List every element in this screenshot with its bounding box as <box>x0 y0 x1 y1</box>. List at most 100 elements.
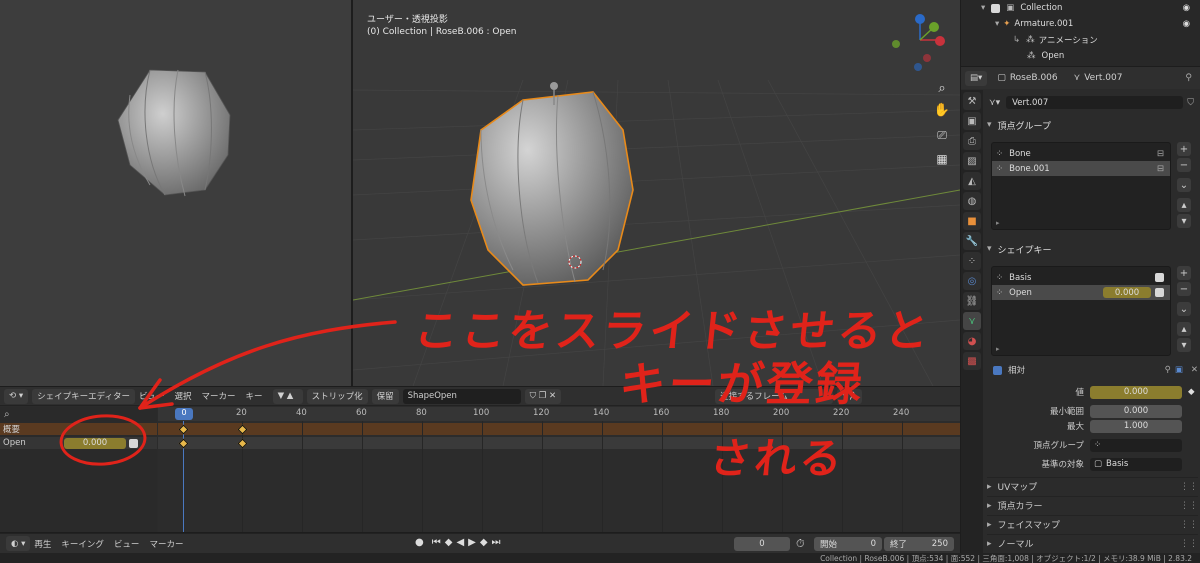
add-vertex-group-button[interactable]: + <box>1177 142 1191 156</box>
tool-tab-icon[interactable]: ⚒ <box>963 92 981 110</box>
open-mute-checkbox[interactable] <box>129 438 138 448</box>
menu-timeline-marker[interactable]: マーカー <box>149 538 183 550</box>
range-min-field[interactable]: 0.000 <box>1090 404 1182 418</box>
shape-key-specials-button[interactable]: ⌄ <box>1177 302 1191 316</box>
list-item[interactable]: ⁘ Basis <box>992 270 1170 285</box>
outliner-row-armature[interactable]: ▾ ✦ Armature.001 ◉ <box>961 16 1200 32</box>
menu-playback[interactable]: 再生 <box>34 538 51 550</box>
action-name-field[interactable]: ShapeOpen <box>402 388 521 404</box>
list-resize-icon[interactable]: ▸ <box>996 345 1000 353</box>
summary-channel[interactable]: 概要 <box>0 423 157 435</box>
grid-icon[interactable]: ▦ <box>931 148 953 170</box>
menu-select[interactable]: 選択 <box>175 390 192 402</box>
search-icon[interactable]: ⌕ <box>4 409 10 420</box>
menu-view[interactable]: ビュー <box>139 390 165 402</box>
action-tools[interactable]: ⛉ ❐ ✕ <box>524 388 562 404</box>
drag-handle-icon[interactable]: ⋮⋮ <box>1180 482 1198 492</box>
outliner-row-animation[interactable]: ↳ ⁂ アニメーション <box>961 32 1200 48</box>
vertex-groups-panel-header[interactable]: ▾ 頂点グループ <box>987 116 1198 134</box>
vertex-group-specials-button[interactable]: ⌄ <box>1177 178 1191 192</box>
render-tab-icon[interactable]: ▣ <box>963 112 981 130</box>
open-value-slider[interactable]: 0.000 <box>64 437 126 449</box>
outliner-row-collection[interactable]: ▾ ▣ Collection ◉ <box>961 0 1200 16</box>
end-frame-field[interactable]: 終了 250 <box>884 537 954 551</box>
nav-arrows[interactable]: ▼ ▲ <box>272 388 303 404</box>
collection-checkbox[interactable] <box>991 3 1001 13</box>
play-reverse-icon[interactable]: ◀ <box>456 537 464 548</box>
add-shape-key-button[interactable]: + <box>1177 266 1191 280</box>
face-maps-panel-header[interactable]: ▸ フェイスマップ ⋮⋮ <box>987 515 1198 533</box>
object-tab-icon[interactable]: ■ <box>963 212 981 230</box>
vertex-group-list[interactable]: ⁘ Bone ⊟ ⁘ Bone.001 ⊟ ▸ <box>991 142 1171 230</box>
range-max-field[interactable]: 1.000 <box>1090 419 1182 433</box>
zoom-icon[interactable]: ⌕ <box>931 78 953 100</box>
pin-icon[interactable]: ⚲ <box>1185 73 1192 83</box>
breadcrumb-data[interactable]: Vert.007 <box>1084 73 1122 83</box>
current-frame-indicator[interactable]: 0 <box>175 408 193 420</box>
uv-maps-panel-header[interactable]: ▸ UVマップ ⋮⋮ <box>987 477 1198 495</box>
rose-bud-mesh-selected[interactable] <box>470 82 634 286</box>
properties-editor-type[interactable]: ▤▾ <box>965 70 988 86</box>
hand-pan-icon[interactable]: ✋ <box>931 100 953 122</box>
lock-icon[interactable]: ⊟ <box>1157 164 1164 174</box>
move-down-button[interactable]: ▾ <box>1177 214 1191 228</box>
expand-arrow-icon[interactable]: ▾ <box>981 3 985 13</box>
fake-user-icon[interactable]: ⛉ <box>1187 98 1194 108</box>
mesh-name-field[interactable]: Vert.007 <box>1006 96 1184 109</box>
outliner[interactable]: ▾ ▣ Collection ◉ ▾ ✦ Armature.001 ◉ ↳ ⁂ … <box>961 0 1200 66</box>
texture-tab-icon[interactable]: ▩ <box>963 352 981 370</box>
breadcrumb-object[interactable]: RoseB.006 <box>1010 73 1058 83</box>
world-tab-icon[interactable]: ◍ <box>963 192 981 210</box>
navigation-gizmo[interactable] <box>883 10 953 75</box>
move-up-button[interactable]: ▴ <box>1177 322 1191 336</box>
constraints-tab-icon[interactable]: ⛓ <box>963 292 981 310</box>
play-icon[interactable]: ▶ <box>468 537 476 548</box>
prev-keyframe-icon[interactable]: ◆ <box>445 537 453 548</box>
shape-vgroup-field[interactable]: ⁘ <box>1090 438 1182 452</box>
shape-key-value-slider[interactable]: 0.000 <box>1103 287 1151 298</box>
list-resize-icon[interactable]: ▸ <box>996 219 1000 227</box>
eye-icon[interactable]: ◉ <box>1183 19 1190 29</box>
next-keyframe-icon[interactable]: ◆ <box>480 537 488 548</box>
list-item[interactable]: ⁘ Bone.001 ⊟ <box>992 161 1170 176</box>
drag-handle-icon[interactable]: ⋮⋮ <box>1180 501 1198 511</box>
output-tab-icon[interactable]: ⎙ <box>963 132 981 150</box>
edit-mode-icon[interactable]: ▣ <box>1175 365 1183 375</box>
mode-dropdown[interactable]: シェイプキーエディター <box>32 388 135 404</box>
particles-tab-icon[interactable]: ⁘ <box>963 252 981 270</box>
relative-to-field[interactable]: ▢ Basis <box>1090 457 1182 471</box>
list-item[interactable]: ⁘ Bone ⊟ <box>992 146 1170 161</box>
lock-icon[interactable]: ⊟ <box>1157 149 1164 159</box>
jump-end-icon[interactable]: ⏭ <box>492 537 501 548</box>
shape-key-mute-checkbox[interactable] <box>1155 273 1164 282</box>
push-down-button[interactable]: ストリップ化 <box>306 388 368 404</box>
shape-keys-panel-header[interactable]: ▾ シェイプキー <box>987 240 1198 258</box>
expand-arrow-icon[interactable]: ▾ <box>995 19 999 29</box>
jump-start-icon[interactable]: ⏮ <box>432 537 441 548</box>
remove-shape-key-button[interactable]: − <box>1177 282 1191 296</box>
move-up-button[interactable]: ▴ <box>1177 198 1191 212</box>
menu-key[interactable]: キー <box>246 390 263 402</box>
drag-handle-icon[interactable]: ⋮⋮ <box>1180 539 1198 549</box>
properties-editor[interactable]: ▤▾ ▢ RoseB.006 ⋎ Vert.007 ⚲ ⚒ ▣ ⎙ ▨ ◭ ◍ … <box>961 67 1200 553</box>
stopwatch-icon[interactable]: ⏱ <box>796 537 805 551</box>
stash-button[interactable]: 保留 <box>371 388 399 404</box>
current-frame-field[interactable]: 0 <box>734 537 790 551</box>
clear-weights-icon[interactable]: ✕ <box>1191 365 1198 375</box>
move-down-button[interactable]: ▾ <box>1177 338 1191 352</box>
scene-tab-icon[interactable]: ◭ <box>963 172 981 190</box>
record-icon[interactable]: ● <box>415 537 424 548</box>
relative-checkbox[interactable] <box>993 365 1002 375</box>
mesh-data-tab-icon[interactable]: ⋎ <box>963 312 981 330</box>
open-channel[interactable]: Open 0.000 <box>0 437 157 449</box>
left-viewport[interactable] <box>0 0 351 386</box>
modifier-tab-icon[interactable]: 🔧 <box>963 232 981 250</box>
editor-type-button[interactable]: ⟲ ▾ <box>4 388 29 404</box>
start-frame-field[interactable]: 開始 0 <box>814 537 882 551</box>
normals-panel-header[interactable]: ▸ ノーマル ⋮⋮ <box>987 534 1198 552</box>
view-layer-tab-icon[interactable]: ▨ <box>963 152 981 170</box>
timeline-editor-type[interactable]: ◐ ▾ <box>6 536 31 551</box>
shape-key-list[interactable]: ⁘ Basis ⁘ Open 0.000 ▸ <box>991 266 1171 356</box>
menu-timeline-view[interactable]: ビュー <box>114 538 140 550</box>
camera-icon[interactable]: ⎚ <box>931 124 953 146</box>
